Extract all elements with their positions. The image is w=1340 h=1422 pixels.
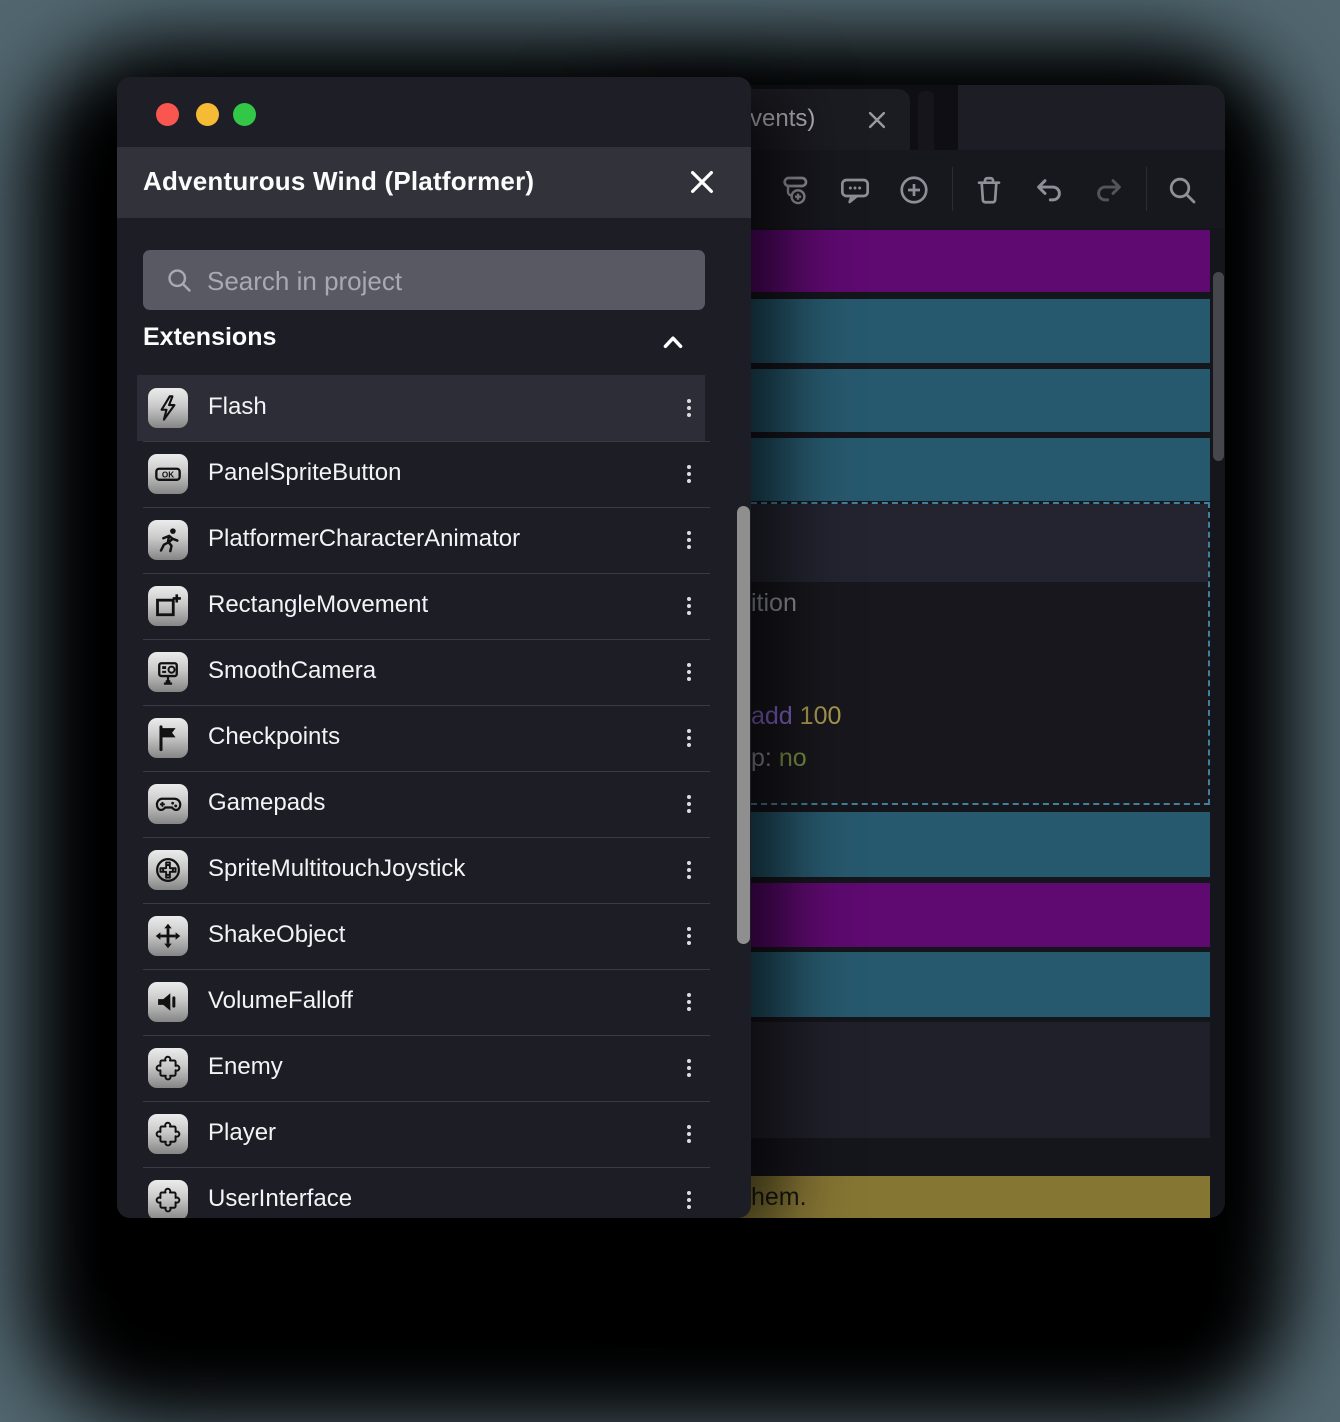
comment-text: hem. [751,1183,807,1211]
extension-menu-icon[interactable] [677,591,701,621]
extension-list-item[interactable]: Player [137,1101,710,1167]
extension-menu-icon[interactable] [677,855,701,885]
extension-list-item[interactable]: SmoothCamera [137,639,710,705]
extensions-list: Flash PanelSpriteButton PlatformerCharac… [137,375,710,1218]
extension-list-item[interactable]: VolumeFalloff [137,969,710,1035]
selected-event-flag-line: p: no [751,744,807,772]
add-event-icon[interactable] [898,174,930,206]
extension-label: VolumeFalloff [208,987,353,1014]
extension-menu-icon[interactable] [677,459,701,489]
extension-label: RectangleMovement [208,591,429,618]
runner-icon [148,520,188,560]
extension-menu-icon[interactable] [677,525,701,555]
trash-icon[interactable] [973,174,1005,206]
joystick-icon [148,850,188,890]
extension-label: Gamepads [208,789,326,816]
tab-close-icon[interactable] [866,109,888,131]
tab-bar-actions [958,85,1225,150]
undo-icon[interactable] [1033,174,1065,206]
extension-list-item[interactable]: PlatformerCharacterAnimator [137,507,710,573]
window-title-bar [117,77,751,147]
extension-menu-icon[interactable] [677,1053,701,1083]
toolbar-divider [952,167,953,211]
events-scrollbar[interactable] [1213,272,1224,461]
puzzle-icon [148,1048,188,1088]
extension-label: SmoothCamera [208,657,377,684]
extension-list-item[interactable]: SpriteMultitouchJoystick [137,837,710,903]
project-manager-window: Adventurous Wind (Platformer) Extensions… [117,77,751,1218]
puzzle-icon [148,1114,188,1154]
extension-menu-icon[interactable] [677,987,701,1017]
search-icon[interactable] [1166,174,1198,206]
extension-list-item[interactable]: Enemy [137,1035,710,1101]
add-sub-event-icon[interactable] [780,174,812,206]
flash-icon [148,388,188,428]
selected-event-action-line: add 100 [751,702,842,730]
extension-label: PanelSpriteButton [208,459,402,486]
extensions-section-label: Extensions [143,323,277,351]
move-arrows-icon [148,916,188,956]
extension-label: Player [208,1119,277,1146]
rectangle-plus-icon [148,586,188,626]
camera-icon [148,652,188,692]
toolbar-divider [1146,167,1147,211]
extension-list-item[interactable]: Checkpoints [137,705,710,771]
extension-list-item[interactable]: Flash [137,375,705,441]
extension-list-item[interactable]: RectangleMovement [137,573,710,639]
flag-icon [148,718,188,758]
extension-label: PlatformerCharacterAnimator [208,525,521,552]
search-icon [165,266,193,294]
search-input[interactable] [205,250,689,312]
traffic-light-minimize-button[interactable] [196,103,219,126]
selected-event-text: ition [751,589,797,617]
extension-list-item[interactable]: UserInterface [137,1167,710,1218]
tab-label: vents) [750,105,816,132]
extension-label: SpriteMultitouchJoystick [208,855,466,882]
extension-menu-icon[interactable] [677,393,701,423]
extension-menu-icon[interactable] [677,657,701,687]
extension-label: UserInterface [208,1185,353,1212]
project-manager-header: Adventurous Wind (Platformer) [117,147,751,218]
extension-menu-icon[interactable] [677,723,701,753]
next-tab-edge [918,91,934,150]
chevron-up-icon[interactable] [660,329,686,355]
project-manager-scrollbar[interactable] [737,506,750,944]
extension-list-item[interactable]: PanelSpriteButton [137,441,710,507]
add-comment-icon[interactable] [839,174,871,206]
extension-menu-icon[interactable] [677,789,701,819]
extension-label: Enemy [208,1053,283,1080]
traffic-light-close-button[interactable] [156,103,179,126]
extension-menu-icon[interactable] [677,1185,701,1215]
traffic-light-maximize-button[interactable] [233,103,256,126]
extension-label: Checkpoints [208,723,341,750]
extension-menu-icon[interactable] [677,1119,701,1149]
extension-label: Flash [208,393,267,420]
gamepad-icon [148,784,188,824]
speaker-icon [148,982,188,1022]
extension-list-item[interactable]: Gamepads [137,771,710,837]
extension-list-item[interactable]: ShakeObject [137,903,710,969]
project-title: Adventurous Wind (Platformer) [143,166,535,196]
search-box[interactable] [143,250,705,312]
ok-button-icon [148,454,188,494]
extension-label: ShakeObject [208,921,346,948]
close-icon[interactable] [687,167,717,197]
extension-menu-icon[interactable] [677,921,701,951]
redo-icon[interactable] [1093,174,1125,206]
puzzle-icon [148,1180,188,1218]
